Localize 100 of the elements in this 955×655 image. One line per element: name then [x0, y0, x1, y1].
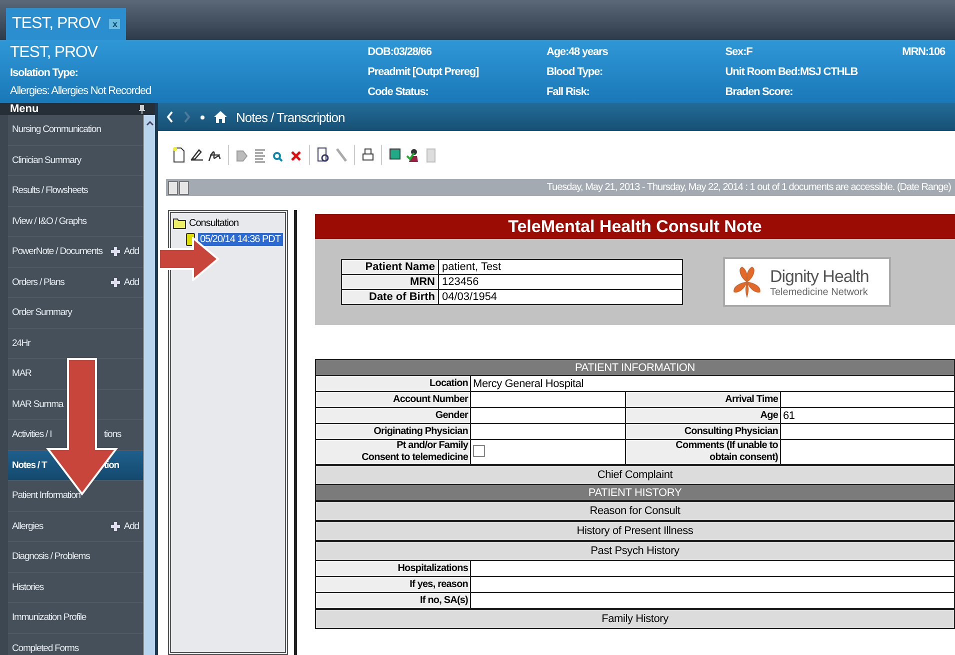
menu-item-label: Completed Forms [12, 642, 78, 654]
field-label: MRN [342, 274, 438, 290]
section-title: History of Present Illness [316, 521, 954, 541]
field-label: Hospitalizations [316, 560, 470, 576]
plus-icon [110, 278, 120, 287]
field-label: Comments (If unable to obtain consent) [626, 440, 780, 465]
section-title: Chief Complaint [316, 465, 954, 484]
banner-field: Sex:F [725, 42, 902, 62]
menu-item-label: Diagnosis / Problems [12, 551, 90, 562]
banner-field: MRN:106 [902, 42, 945, 62]
scroll-buttons[interactable] [168, 180, 189, 194]
consent-checkbox[interactable] [473, 444, 485, 456]
menu-item-label: Orders / Plans [12, 276, 64, 288]
banner-field: Code Status: [368, 82, 546, 102]
page-title: Notes / Transcription [236, 110, 345, 124]
preview-icon[interactable] [316, 147, 330, 163]
menu-item-label: Activities / I [12, 429, 53, 440]
field-label: Consulting Physician [626, 424, 780, 440]
menu-item-label: Results / Flowsheets [12, 185, 88, 196]
field-label: Pt and/or Family Consent to telemedicine [316, 440, 470, 465]
banner-field: Allergies: Allergies Not Recorded [10, 82, 368, 100]
menu-item-label: Order Summary [12, 307, 72, 318]
menu-item-label: MAR [12, 368, 32, 380]
menu-item[interactable]: Clinician Summary [8, 146, 143, 176]
field-label: Gender [316, 408, 470, 424]
tab-title: TEST, PROV [12, 15, 100, 33]
field-label: Patient Name [342, 260, 438, 274]
date-range-text: Tuesday, May 21, 2013 - Thursday, May 22, 2014 : 1 out of 1 documents are accessible. (Date Range) [546, 182, 952, 193]
field-label: Originating Physician [316, 424, 470, 440]
menu-item[interactable]: Results / Flowsheets [8, 176, 143, 206]
banner-field: Age:48 years [546, 42, 726, 62]
field-label: Account Number [316, 392, 470, 408]
new-document-icon[interactable] [172, 147, 186, 163]
add-link[interactable]: Add [110, 520, 139, 532]
folder-icon [173, 218, 186, 228]
field-label: Location [316, 376, 470, 392]
menu-item-label: MAR Summa [12, 398, 64, 410]
field-label: If yes, reason [316, 576, 470, 592]
section-title: Reason for Consult [316, 501, 954, 521]
menu-item-label: Patient Information [12, 490, 80, 502]
field-label: Age [626, 408, 780, 424]
menu-item[interactable]: Allergies Add [8, 512, 143, 542]
field-value: Mercy General Hospital [470, 376, 954, 392]
menu-item[interactable]: Orders / Plans Add [8, 268, 143, 298]
banner-field: Fall Risk: [546, 82, 726, 102]
menu-item-label: Histories [12, 582, 44, 593]
field-label: Arrival Time [626, 392, 780, 408]
person-icon[interactable] [406, 147, 420, 163]
banner-field: Preadmit [Outpt Prereg] [368, 62, 546, 82]
menu-item[interactable]: Completed Forms [8, 634, 143, 655]
scrollbar[interactable] [143, 115, 155, 655]
menu-item[interactable]: Patient Information [8, 481, 143, 512]
patient-name: TEST, PROV [10, 43, 99, 63]
add-link[interactable]: Add [110, 246, 139, 258]
menu-item[interactable]: Histories [8, 572, 143, 603]
plus-icon [110, 247, 120, 256]
menu-item-label: IView / I&O / Graphs [12, 216, 86, 227]
menu-item[interactable]: IView / I&O / Graphs [8, 206, 143, 237]
field-value: 123456 [438, 274, 682, 290]
plus-icon [110, 522, 120, 531]
pen-icon[interactable] [190, 147, 204, 163]
logo-name: Dignity Health [770, 266, 869, 286]
home-icon[interactable] [214, 111, 227, 123]
menu-item-label: Immunization Profile [12, 612, 86, 624]
section-title: Family History [316, 609, 954, 628]
dropdown-icon[interactable] [200, 114, 205, 120]
section-title: Past Psych History [316, 541, 954, 560]
menu-item-label: Allergies [12, 520, 44, 532]
banner-field: Braden Score: [725, 82, 902, 102]
list-icon[interactable] [253, 147, 267, 163]
menu-item[interactable]: Diagnosis / Problems [8, 542, 143, 572]
pin-icon[interactable] [139, 104, 145, 114]
print-icon[interactable] [361, 147, 375, 163]
field-label: Date of Birth [342, 290, 438, 304]
close-button[interactable]: x [109, 19, 120, 29]
section-header: PATIENT INFORMATION [316, 360, 954, 376]
add-link[interactable]: Add [110, 276, 139, 288]
banner-field: Blood Type: [546, 62, 726, 82]
field-value: 61 [780, 408, 954, 424]
menu-item-label: PowerNote / Documents [12, 246, 102, 258]
menu-item-label: 24Hr [12, 338, 30, 349]
logo-tagline: Telemedicine Network [770, 286, 869, 298]
banner-field: DOB:03/28/66 [368, 42, 546, 62]
tree-item[interactable]: Consultation [189, 218, 239, 228]
patient-tab[interactable]: TEST, PROV x [6, 8, 126, 40]
menu-item-label: Clinician Summary [12, 154, 81, 166]
scroll-up-icon[interactable] [144, 119, 154, 127]
menu-item[interactable]: Nursing Communication [8, 115, 143, 146]
menu-title: Menu [10, 103, 39, 115]
back-icon[interactable] [166, 111, 174, 123]
banner-field: Unit Room Bed:MSJ CTHLB [725, 62, 902, 82]
banner-field: Isolation Type: [10, 64, 368, 82]
menu-item[interactable]: PowerNote / Documents Add [8, 237, 143, 268]
menu-item[interactable]: Order Summary [8, 298, 143, 328]
menu-item[interactable]: 24Hr [8, 328, 143, 359]
menu-item-label: tions [104, 429, 122, 440]
document-title: TeleMental Health Consult Note [315, 214, 955, 239]
menu-item[interactable]: Immunization Profile [8, 603, 143, 634]
tree-item[interactable]: 05/20/14 14:36 PDT [198, 232, 283, 246]
field-value: patient, Test [438, 260, 682, 274]
